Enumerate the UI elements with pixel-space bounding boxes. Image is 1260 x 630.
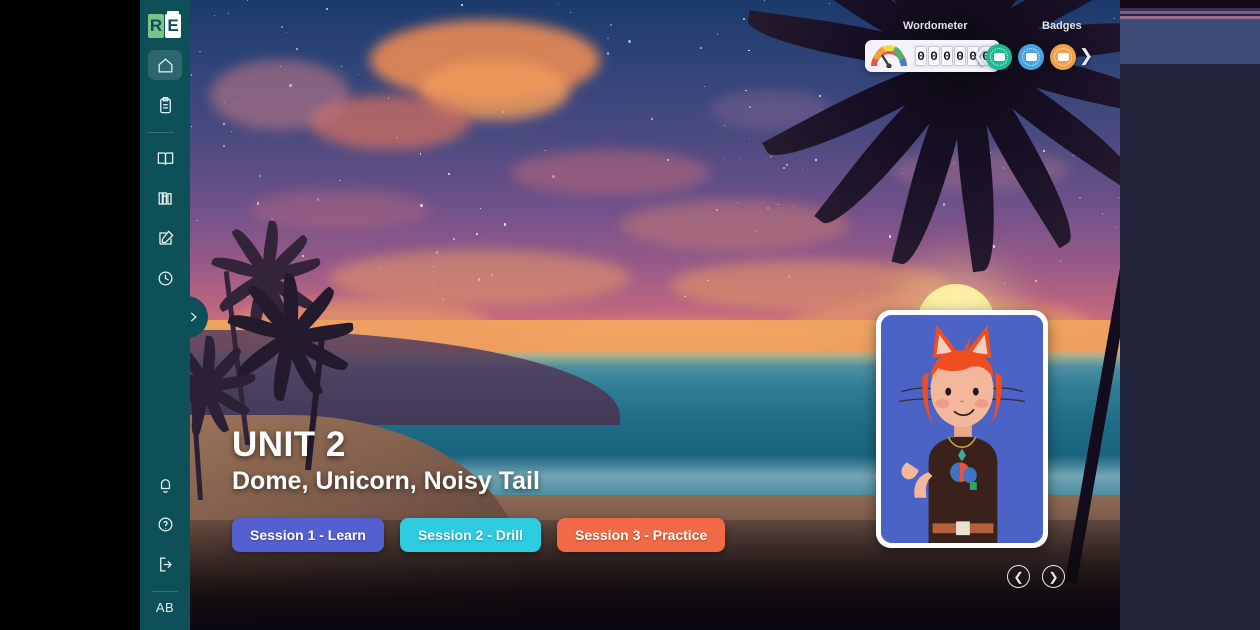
star <box>739 157 742 160</box>
user-avatar-initials[interactable]: AB <box>148 592 182 622</box>
unit-title: UNIT 2 <box>232 425 346 464</box>
star <box>196 219 198 222</box>
logout-icon <box>159 557 172 571</box>
badge-green[interactable] <box>986 44 1012 70</box>
pencil-square-icon <box>158 229 174 245</box>
star <box>650 118 653 121</box>
badge-next-button[interactable]: ❯ <box>1079 46 1093 66</box>
badge-orange[interactable] <box>1050 44 1076 70</box>
sidebar-item-home[interactable] <box>148 50 182 80</box>
logo-letter-r: R <box>148 14 164 38</box>
star <box>222 122 225 125</box>
cloud <box>330 250 630 305</box>
clock-icon <box>158 271 172 285</box>
star <box>1004 282 1006 284</box>
badge-emblem-icon <box>1057 53 1069 61</box>
star <box>339 179 341 182</box>
star <box>259 175 262 178</box>
star <box>504 223 507 226</box>
sidebar-item-library[interactable] <box>148 183 182 213</box>
star <box>222 145 225 147</box>
unit-subtitle: Dome, Unicorn, Noisy Tail <box>232 467 540 495</box>
right-panel-band <box>1120 18 1260 64</box>
cloud <box>510 150 710 195</box>
logo-letter-e: E <box>165 14 181 38</box>
wordometer-digit-2: 0 <box>941 46 953 66</box>
gauge-icon <box>871 44 907 69</box>
render-artifact-band <box>1120 16 1260 19</box>
session-button-3[interactable]: Session 3 - Practice <box>556 518 726 552</box>
avatar-illustration <box>881 315 1043 543</box>
badge-emblem-icon <box>993 53 1005 61</box>
cloud <box>250 190 430 230</box>
scene-canvas: Wordometer Badges 000000 ❮ <box>190 0 1120 630</box>
star <box>453 238 456 241</box>
bell-icon <box>160 478 170 493</box>
sidebar-item-book[interactable] <box>148 143 182 173</box>
wordometer-digit-1: 0 <box>928 46 940 66</box>
carousel-pager: ❮ ❯ <box>1007 565 1065 588</box>
sidebar-item-clipboard[interactable] <box>148 90 182 120</box>
sidebar-nav-top <box>148 40 182 293</box>
sidebar-divider <box>148 132 174 133</box>
star <box>448 172 451 175</box>
badge-blue[interactable] <box>1018 44 1044 70</box>
sidebar-item-notify[interactable] <box>148 469 182 499</box>
star <box>544 149 546 152</box>
badge-list <box>986 44 1076 70</box>
app-logo[interactable]: R E <box>148 11 182 40</box>
star <box>480 208 481 209</box>
star <box>723 124 726 126</box>
avatar-card[interactable] <box>876 310 1048 548</box>
star <box>1034 279 1038 283</box>
badge-emblem-icon <box>1025 53 1037 61</box>
sidebar-nav-bottom <box>148 459 182 579</box>
unit-info: UNIT 2 Dome, Unicorn, Noisy Tail Session… <box>232 425 726 552</box>
books-icon <box>158 191 172 205</box>
home-icon <box>158 57 172 72</box>
star <box>1059 259 1062 262</box>
wordometer-digit-0: 0 <box>915 46 927 66</box>
sidebar-item-help[interactable] <box>148 509 182 539</box>
wordometer-label: Wordometer <box>903 20 968 32</box>
star <box>230 131 232 133</box>
app-root: Wordometer Badges 000000 ❮ <box>0 0 1260 630</box>
scene-header: Wordometer Badges 000000 ❮ <box>190 0 1120 90</box>
clipboard-icon <box>159 96 171 113</box>
session-button-1[interactable]: Session 1 - Learn <box>232 518 384 552</box>
carousel-prev-button[interactable]: ❮ <box>1007 565 1030 588</box>
star <box>748 137 750 139</box>
carousel-next-button[interactable]: ❯ <box>1042 565 1065 588</box>
session-button-2[interactable]: Session 2 - Drill <box>399 518 541 552</box>
star <box>723 158 725 159</box>
sidebar-item-history[interactable] <box>148 263 182 293</box>
wordometer-digit-3: 0 <box>954 46 966 66</box>
star <box>476 233 479 235</box>
star <box>302 255 305 257</box>
book-icon <box>157 151 173 165</box>
chevron-right-icon <box>190 312 197 322</box>
sidebar-item-edit[interactable] <box>148 223 182 253</box>
right-panel <box>1120 0 1260 630</box>
star <box>190 126 192 128</box>
session-button-group: Session 1 - Learn Session 2 - Drill Sessio… <box>232 518 726 552</box>
question-circle-icon <box>158 517 172 531</box>
badges-label: Badges <box>1042 20 1082 32</box>
star <box>420 153 422 155</box>
sidebar-item-logout[interactable] <box>148 549 182 579</box>
render-artifact-band <box>1120 0 1260 8</box>
